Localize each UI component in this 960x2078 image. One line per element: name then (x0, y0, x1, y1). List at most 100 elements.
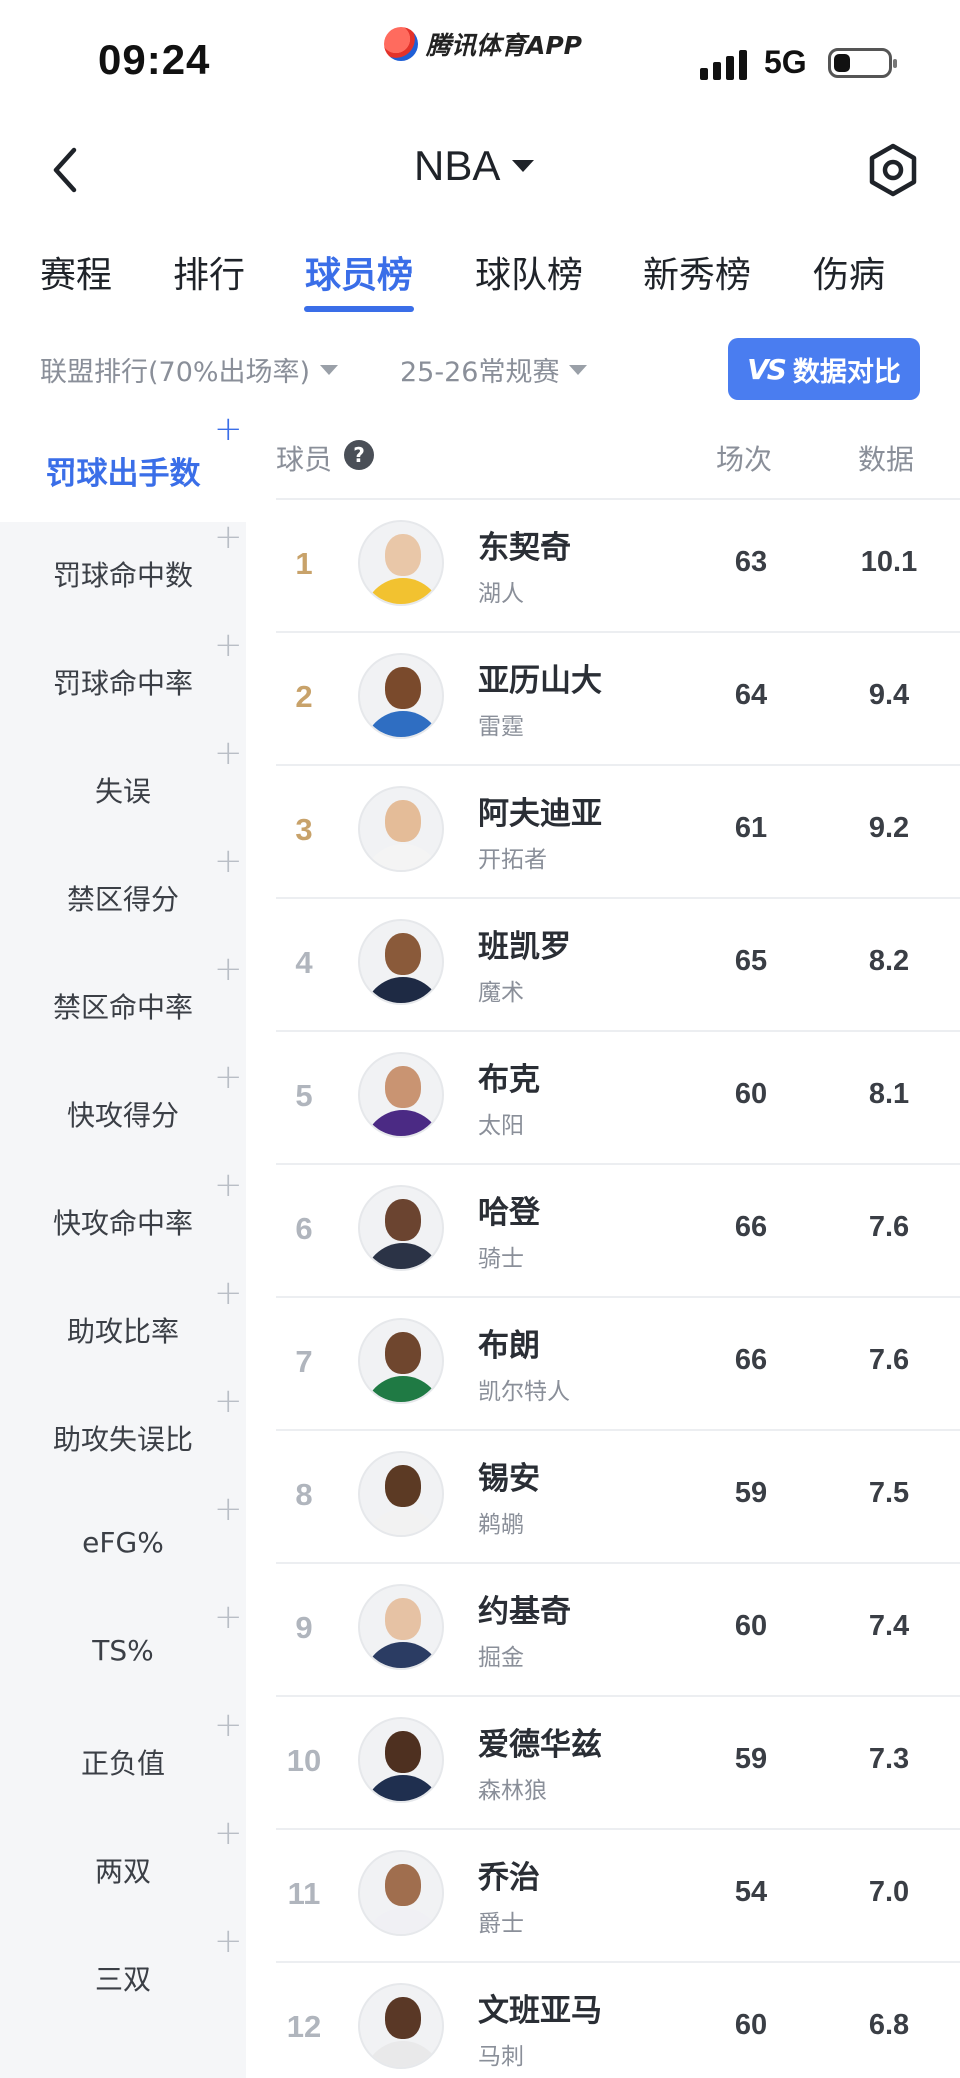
avatar-jersey (364, 1376, 442, 1402)
sidebar-item[interactable]: + 罚球出手数 (0, 412, 246, 522)
tab-rookie-rankings[interactable]: 新秀榜 (643, 246, 751, 298)
plus-icon[interactable]: + (214, 1168, 243, 1202)
player-team: 开拓者 (478, 847, 547, 873)
player-rank: 4 (295, 945, 313, 980)
player-avatar (358, 1318, 444, 1404)
sidebar-item[interactable]: + eFG% (0, 1492, 246, 1602)
settings-button[interactable] (866, 142, 920, 198)
plus-icon[interactable]: + (214, 1708, 243, 1742)
plus-icon[interactable]: + (214, 1060, 243, 1094)
tab-team-rankings[interactable]: 球队榜 (475, 246, 583, 298)
player-stat-value: 9.2 (868, 812, 910, 844)
table-row[interactable]: 1 东契奇 湖人 63 10.1 (276, 500, 960, 633)
plus-icon[interactable]: + (214, 736, 243, 770)
player-games: 65 (734, 945, 768, 977)
app-brand-label: 腾讯体育APP (426, 31, 582, 60)
filter-bar: 联盟排行(70%出场率) 25-26常规赛 VS 数据对比 (0, 334, 960, 404)
table-row[interactable]: 12 文班亚马 马刺 60 6.8 (276, 1963, 960, 2078)
help-question-icon[interactable]: ? (344, 440, 374, 470)
player-games: 60 (734, 1610, 768, 1642)
column-header-value: 数据 (858, 443, 915, 476)
table-row[interactable]: 2 亚历山大 雷霆 64 9.4 (276, 633, 960, 766)
sidebar-item[interactable]: + 两双 (0, 1816, 246, 1926)
player-name: 锡安 (478, 1461, 540, 1497)
sidebar-item-label: 失误 (94, 775, 151, 808)
sidebar-item[interactable]: + 禁区得分 (0, 844, 246, 954)
status-bar: 09:24 腾讯体育APP 5G (0, 0, 960, 120)
plus-icon[interactable]: + (214, 1600, 243, 1634)
avatar-head (385, 1332, 421, 1374)
sidebar-item[interactable]: + 助攻比率 (0, 1276, 246, 1386)
table-row[interactable]: 10 爱德华兹 森林狼 59 7.3 (276, 1697, 960, 1830)
table-row[interactable]: 7 布朗 凯尔特人 66 7.6 (276, 1298, 960, 1431)
player-name: 约基奇 (478, 1594, 571, 1630)
season-filter-dropdown[interactable]: 25-26常规赛 (400, 350, 588, 389)
sidebar-item[interactable]: + 正负值 (0, 1708, 246, 1818)
player-stat-value: 7.3 (868, 1743, 910, 1775)
plus-icon[interactable]: + (214, 1384, 243, 1418)
avatar-jersey (364, 711, 442, 737)
player-rank: 8 (295, 1477, 313, 1512)
sidebar-item-label: 两双 (94, 1855, 151, 1888)
plus-icon[interactable]: + (214, 844, 243, 878)
avatar-jersey (364, 977, 442, 1003)
player-team: 鹈鹕 (478, 1512, 524, 1538)
table-row[interactable]: 5 布克 太阳 60 8.1 (276, 1032, 960, 1165)
tencent-sports-logo-icon (384, 27, 418, 61)
sidebar-item[interactable]: + 三双 (0, 1924, 246, 2034)
player-team: 雷霆 (478, 714, 524, 740)
player-rank: 10 (286, 1743, 322, 1778)
avatar-jersey (364, 844, 442, 870)
tab-player-rankings[interactable]: 球员榜 (305, 246, 413, 298)
league-selector[interactable]: NBA (414, 142, 535, 190)
plus-icon[interactable]: + (214, 1816, 243, 1850)
player-avatar (358, 520, 444, 606)
avatar-jersey (364, 578, 442, 604)
player-stat-value: 7.6 (868, 1344, 910, 1376)
table-row[interactable]: 9 约基奇 掘金 60 7.4 (276, 1564, 960, 1697)
player-rank: 11 (287, 1876, 321, 1911)
table-row[interactable]: 4 班凯罗 魔术 65 8.2 (276, 899, 960, 1032)
plus-icon[interactable]: + (214, 1276, 243, 1310)
player-avatar (358, 1983, 444, 2069)
data-compare-button[interactable]: VS 数据对比 (728, 338, 920, 400)
sidebar-item[interactable]: + 助攻失误比 (0, 1384, 246, 1494)
player-rank: 5 (295, 1078, 313, 1113)
table-row[interactable]: 3 阿夫迪亚 开拓者 61 9.2 (276, 766, 960, 899)
plus-icon[interactable]: + (214, 952, 243, 986)
player-stat-value: 7.6 (868, 1211, 910, 1243)
sidebar-item[interactable]: + 快攻得分 (0, 1060, 246, 1170)
table-row[interactable]: 8 锡安 鹈鹕 59 7.5 (276, 1431, 960, 1564)
plus-icon[interactable]: + (214, 412, 243, 446)
player-name: 乔治 (478, 1860, 540, 1896)
tab-schedule[interactable]: 赛程 (40, 246, 112, 298)
plus-icon[interactable]: + (214, 1924, 243, 1958)
sidebar-item-label: 三双 (94, 1963, 151, 1996)
ranking-filter-dropdown[interactable]: 联盟排行(70%出场率) (40, 350, 339, 389)
plus-icon[interactable]: + (214, 1492, 243, 1526)
sidebar-item[interactable]: + 失误 (0, 736, 246, 846)
player-avatar (358, 1717, 444, 1803)
tab-injuries[interactable]: 伤病 (813, 246, 885, 298)
sidebar-item[interactable]: + TS% (0, 1600, 246, 1710)
player-games: 60 (734, 2009, 768, 2041)
page-title: NBA (414, 142, 501, 189)
player-rank: 7 (295, 1344, 313, 1379)
sidebar-item[interactable]: + 罚球命中率 (0, 628, 246, 738)
tab-bar: 赛程 排行 球员榜 球队榜 新秀榜 伤病 (0, 246, 960, 318)
avatar-jersey (364, 1110, 442, 1136)
player-avatar (358, 1052, 444, 1138)
table-row[interactable]: 6 哈登 骑士 66 7.6 (276, 1165, 960, 1298)
sidebar-item-label: 罚球出手数 (45, 456, 201, 492)
tab-standings[interactable]: 排行 (173, 246, 245, 298)
back-button[interactable] (44, 144, 94, 196)
sidebar-item[interactable]: + 快攻命中率 (0, 1168, 246, 1278)
sidebar-item[interactable]: + 罚球命中数 (0, 520, 246, 630)
plus-icon[interactable]: + (214, 628, 243, 662)
table-row[interactable]: 11 乔治 爵士 54 7.0 (276, 1830, 960, 1963)
sidebar-item[interactable]: + 禁区命中率 (0, 952, 246, 1062)
player-team: 掘金 (478, 1645, 524, 1671)
plus-icon[interactable]: + (214, 520, 243, 554)
avatar-jersey (364, 1243, 442, 1269)
player-name: 亚历山大 (478, 663, 602, 699)
